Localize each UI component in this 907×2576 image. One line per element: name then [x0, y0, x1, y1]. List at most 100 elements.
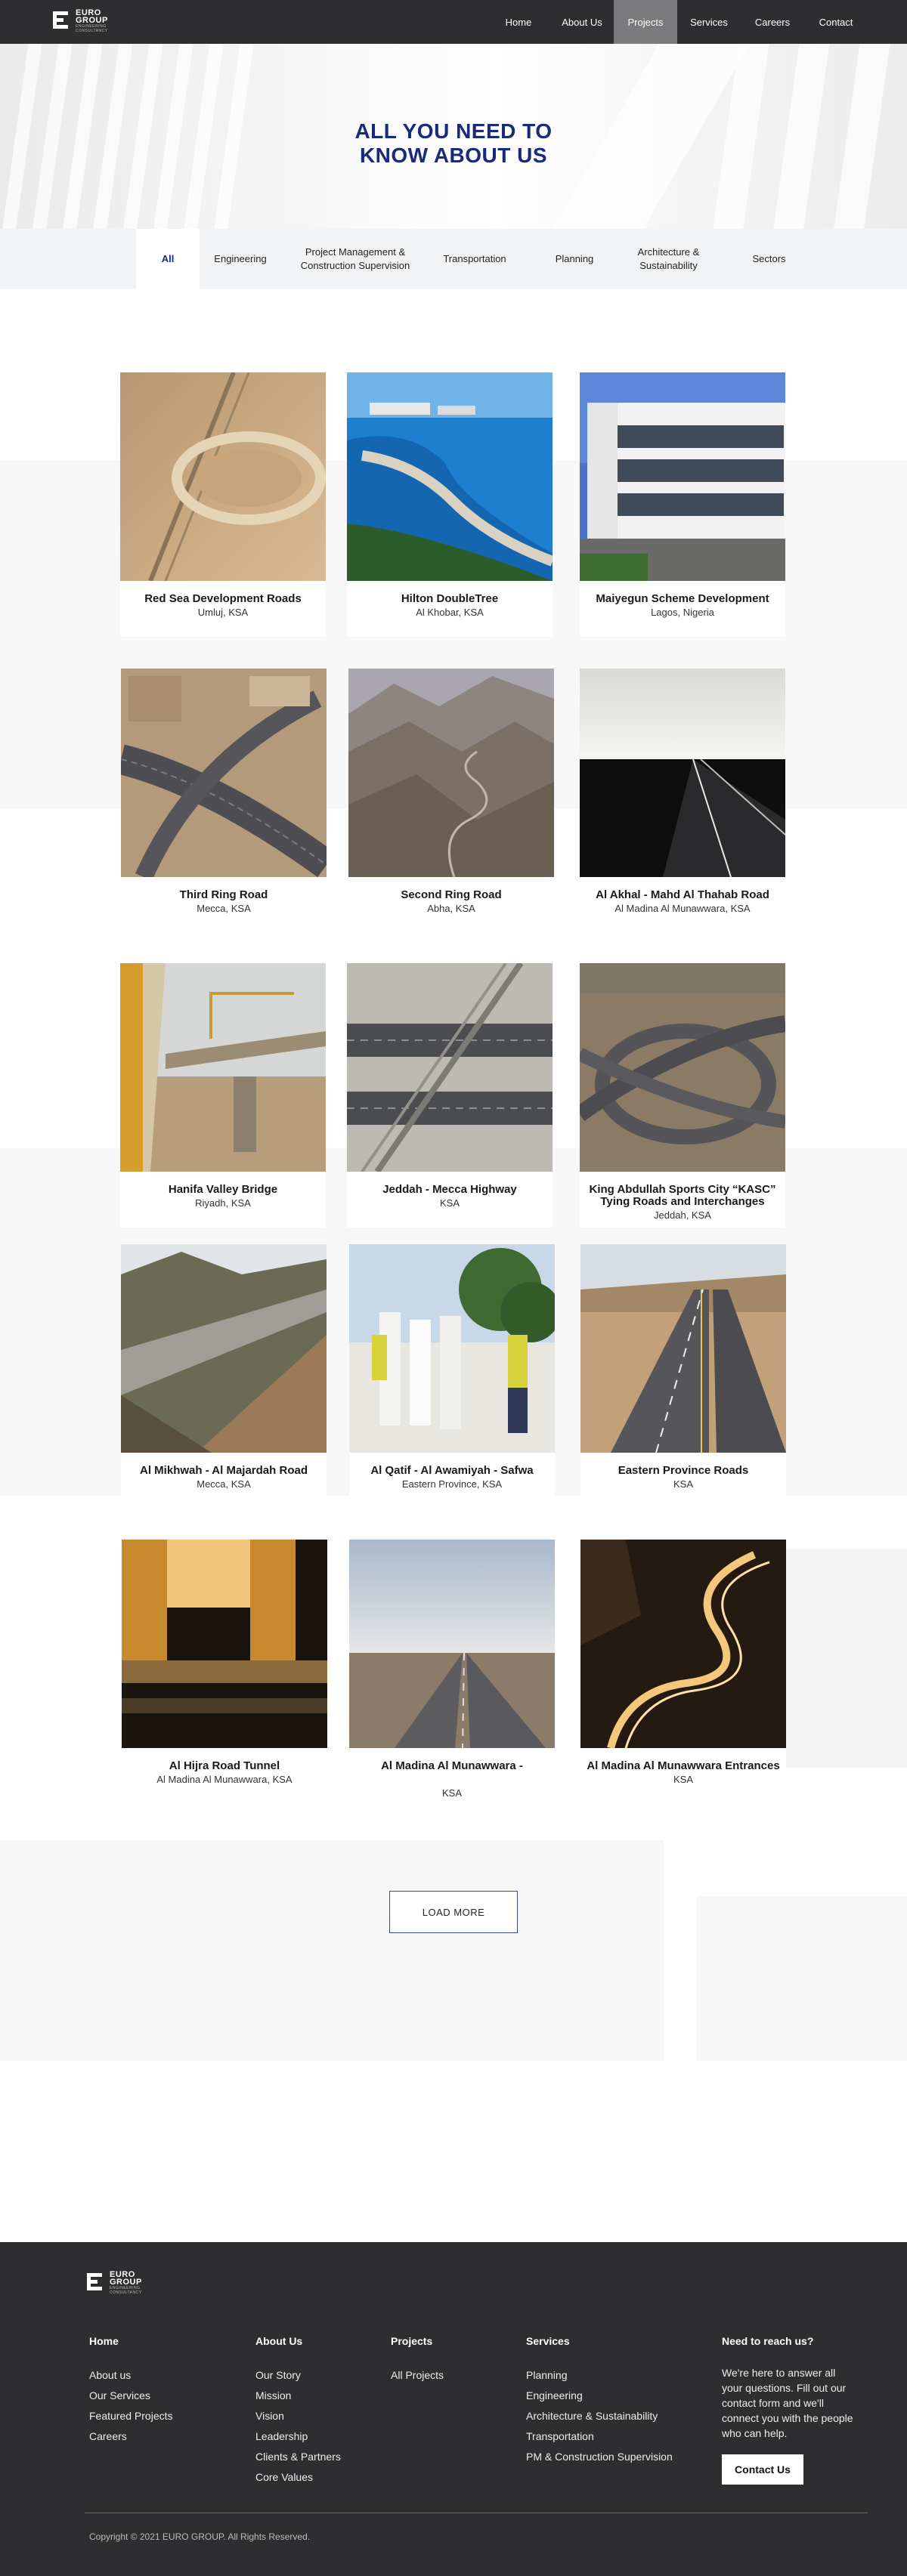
project-image	[120, 963, 326, 1172]
nav-careers[interactable]: Careers	[741, 0, 804, 44]
logo-sub2: CONSULTANCY	[110, 2290, 142, 2295]
footer-link-engineering[interactable]: Engineering	[526, 2386, 673, 2406]
footer-link-pm-construction[interactable]: PM & Construction Supervision	[526, 2447, 673, 2467]
project-location: Al Madina Al Munawwara, KSA	[614, 903, 751, 914]
footer-heading-home: Home	[89, 2335, 119, 2347]
project-card[interactable]: Al Madina Al Munawwara - KSA	[349, 1540, 555, 1804]
footer-link-about-us[interactable]: About us	[89, 2365, 173, 2386]
project-card[interactable]: Al Mikhwah - Al Majardah Road Mecca, KSA	[121, 1244, 327, 1509]
project-image	[580, 963, 785, 1172]
filter-sectors[interactable]: Sectors	[726, 229, 813, 289]
contact-us-button[interactable]: Contact Us	[722, 2454, 803, 2485]
project-card[interactable]: Second Ring Road Abha, KSA	[348, 669, 554, 933]
footer-link-core-values[interactable]: Core Values	[255, 2467, 341, 2488]
project-card[interactable]: Jeddah - Mecca Highway KSA	[347, 963, 553, 1228]
project-card[interactable]: Eastern Province Roads KSA	[580, 1244, 786, 1509]
footer-link-featured-projects[interactable]: Featured Projects	[89, 2406, 173, 2426]
project-image	[349, 1244, 555, 1453]
footer-link-transportation[interactable]: Transportation	[526, 2426, 673, 2447]
footer-heading-contact: Need to reach us?	[722, 2335, 814, 2347]
project-location: Mecca, KSA	[197, 903, 251, 914]
nav-services[interactable]: Services	[677, 0, 741, 44]
filter-all[interactable]: All	[136, 229, 200, 289]
footer-link-clients-partners[interactable]: Clients & Partners	[255, 2447, 341, 2467]
project-location: Riyadh, KSA	[195, 1197, 251, 1209]
project-title: Hilton DoubleTree	[401, 592, 499, 605]
footer-link-mission[interactable]: Mission	[255, 2386, 341, 2406]
project-location: Al Khobar, KSA	[416, 607, 484, 618]
project-image	[580, 669, 785, 877]
project-card[interactable]: Al Madina Al Munawwara Entrances KSA	[580, 1540, 786, 1804]
site-footer: EURO GROUP ENGINEERING CONSULTANCY Home …	[0, 2242, 907, 2576]
filter-transportation[interactable]: Transportation	[429, 229, 520, 289]
logo-mark-icon	[87, 2272, 105, 2294]
project-image	[348, 669, 554, 877]
project-location: KSA	[441, 1787, 462, 1799]
project-image	[347, 963, 553, 1172]
footer-logo[interactable]: EURO GROUP ENGINEERING CONSULTANCY	[87, 2271, 142, 2295]
project-title: Second Ring Road	[401, 888, 502, 901]
project-title: Jeddah - Mecca Highway	[382, 1183, 517, 1196]
project-location: KSA	[439, 1197, 460, 1209]
footer-link-architecture[interactable]: Architecture & Sustainability	[526, 2406, 673, 2426]
nav-contact[interactable]: Contact	[804, 0, 868, 44]
nav-projects[interactable]: Projects	[614, 0, 677, 44]
footer-contact-text: We're here to answer all your questions.…	[722, 2367, 853, 2439]
project-card[interactable]: Third Ring Road Mecca, KSA	[121, 669, 327, 933]
project-title: Al Qatif - Al Awamiyah - Safwa	[370, 1464, 534, 1477]
project-card[interactable]: Al Akhal - Mahd Al Thahab Road Al Madina…	[580, 669, 785, 933]
project-title: King Abdullah Sports City “KASC” Tying R…	[589, 1183, 776, 1208]
nav-home[interactable]: Home	[487, 0, 550, 44]
project-card[interactable]: Red Sea Development Roads Umluj, KSA	[120, 372, 326, 637]
footer-col-about: About Us Our Story Mission Vision Leader…	[255, 2335, 341, 2488]
project-image	[347, 372, 553, 581]
footer-link-careers[interactable]: Careers	[89, 2426, 173, 2447]
logo-line2: GROUP	[76, 16, 108, 25]
project-location: Umluj, KSA	[197, 607, 249, 618]
footer-link-our-services[interactable]: Our Services	[89, 2386, 173, 2406]
logo-line2: GROUP	[110, 2278, 142, 2287]
project-card[interactable]: Hilton DoubleTree Al Khobar, KSA	[347, 372, 553, 637]
project-filter-bar: All Engineering Project Management & Con…	[0, 229, 907, 289]
footer-link-leadership[interactable]: Leadership	[255, 2426, 341, 2447]
project-title: Eastern Province Roads	[618, 1464, 749, 1477]
footer-link-all-projects[interactable]: All Projects	[391, 2365, 444, 2386]
project-title: Al Mikhwah - Al Majardah Road	[140, 1464, 308, 1477]
project-image	[122, 1540, 327, 1748]
filter-planning[interactable]: Planning	[533, 229, 616, 289]
footer-link-our-story[interactable]: Our Story	[255, 2365, 341, 2386]
project-image	[580, 1540, 786, 1748]
project-card[interactable]: Al Hijra Road Tunnel Al Madina Al Munaww…	[122, 1540, 327, 1804]
project-location: KSA	[673, 1774, 693, 1785]
filter-engineering[interactable]: Engineering	[200, 229, 281, 289]
footer-heading-about: About Us	[255, 2335, 303, 2347]
footer-heading-projects: Projects	[391, 2335, 433, 2347]
footer-col-projects: Projects All Projects	[391, 2335, 444, 2386]
project-image	[120, 372, 326, 581]
project-title: Maiyegun Scheme Development	[596, 592, 769, 605]
project-title: Al Madina Al Munawwara Entrances	[587, 1759, 780, 1772]
filter-architecture[interactable]: Architecture & Sustainability	[621, 229, 716, 289]
filter-project-management[interactable]: Project Management & Construction Superv…	[287, 229, 423, 289]
project-card[interactable]: King Abdullah Sports City “KASC” Tying R…	[580, 963, 785, 1228]
footer-col-home: Home About us Our Services Featured Proj…	[89, 2335, 173, 2447]
load-more-button[interactable]: LOAD MORE	[389, 1891, 518, 1933]
project-card[interactable]: Hanifa Valley Bridge Riyadh, KSA	[120, 963, 326, 1228]
project-image	[349, 1540, 555, 1748]
project-title: Hanifa Valley Bridge	[168, 1183, 278, 1196]
project-card[interactable]: Al Qatif - Al Awamiyah - Safwa Eastern P…	[349, 1244, 555, 1509]
hero-title: ALL YOU NEED TO KNOW ABOUT US	[354, 119, 553, 167]
footer-link-vision[interactable]: Vision	[255, 2406, 341, 2426]
project-title: Al Hijra Road Tunnel	[169, 1759, 280, 1772]
logo-sub2: CONSULTANCY	[76, 29, 108, 33]
project-card[interactable]: Maiyegun Scheme Development Lagos, Niger…	[580, 372, 785, 637]
project-location: Mecca, KSA	[197, 1478, 251, 1490]
project-image	[121, 669, 327, 877]
nav-about-us[interactable]: About Us	[550, 0, 614, 44]
footer-col-services: Services Planning Engineering Architectu…	[526, 2335, 673, 2467]
footer-heading-services: Services	[526, 2335, 570, 2347]
site-logo[interactable]: EURO GROUP ENGINEERING CONSULTANCY	[53, 9, 108, 33]
project-title: Third Ring Road	[179, 888, 268, 901]
project-location: Lagos, Nigeria	[651, 607, 714, 618]
footer-link-planning[interactable]: Planning	[526, 2365, 673, 2386]
